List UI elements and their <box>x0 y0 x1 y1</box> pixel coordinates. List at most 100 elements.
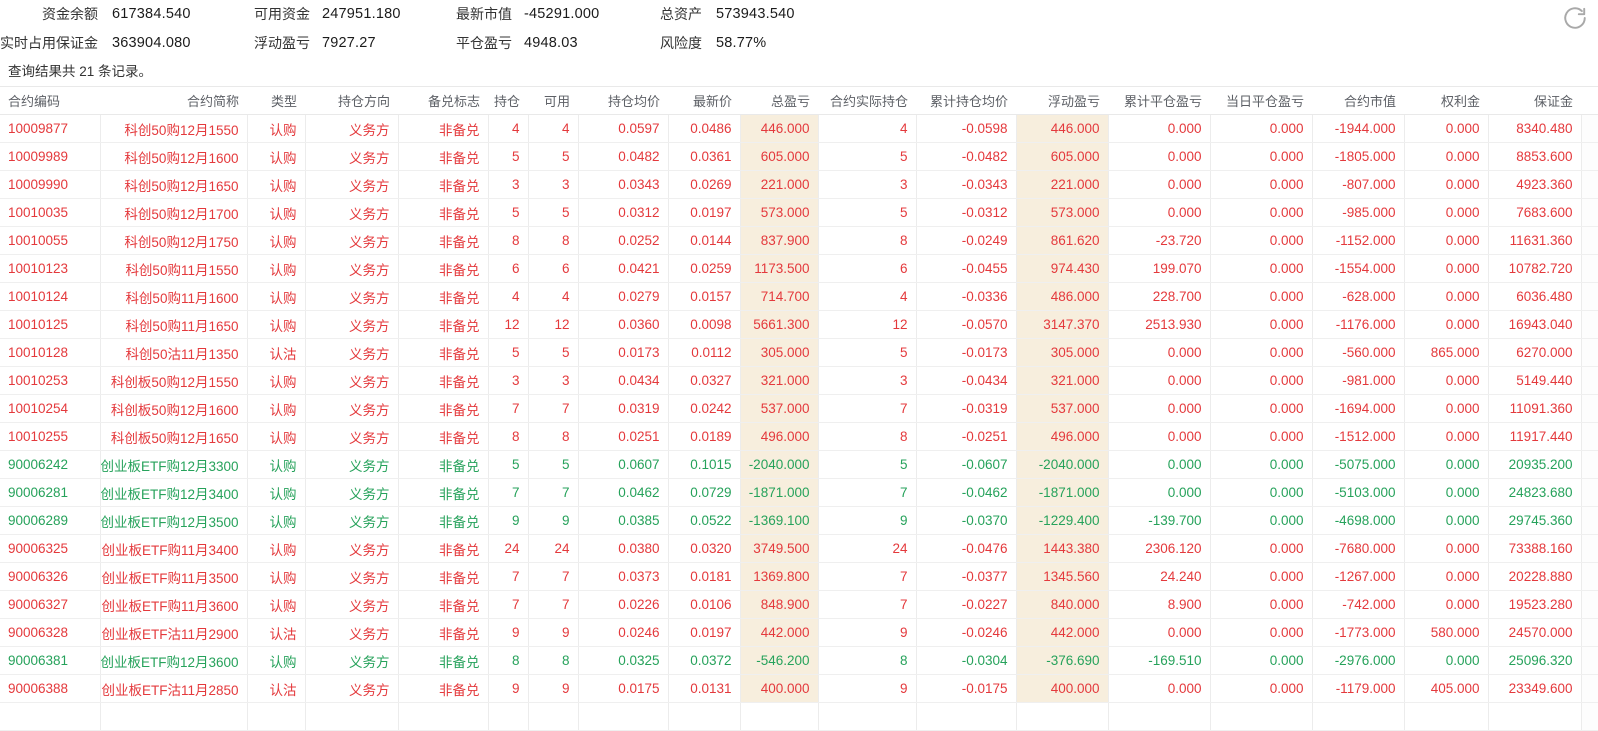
column-header-contract-code: 合约编码 <box>0 87 100 115</box>
cell-cum-close-pnl: -23.720 <box>1108 227 1210 255</box>
cell-last-price: 0.0486 <box>668 115 740 143</box>
cell-actual-position: 9 <box>818 675 916 703</box>
cell-contract-market-value: -1944.000 <box>1312 115 1404 143</box>
cell-avg-position-price: 0.0325 <box>578 647 668 675</box>
cell-position-direction: 义务方 <box>305 591 398 619</box>
cell-last-price: 0.0112 <box>668 339 740 367</box>
empty-cell <box>100 703 247 731</box>
cell-premium: 0.000 <box>1404 563 1488 591</box>
table-row[interactable]: 10009989科创50购12月1600认购义务方非备兑550.04820.03… <box>0 143 1598 171</box>
cell-covered-flag: 非备兑 <box>398 423 488 451</box>
cell-contract-market-value: -1773.000 <box>1312 619 1404 647</box>
table-row[interactable]: 10009877科创50购12月1550认购义务方非备兑440.05970.04… <box>0 115 1598 143</box>
table-row[interactable]: 10010254科创板50购12月1600认购义务方非备兑770.03190.0… <box>0 395 1598 423</box>
filler-cell <box>1581 395 1598 423</box>
cell-actual-position: 3 <box>818 367 916 395</box>
cell-cum-avg-position-price: -0.0312 <box>916 199 1016 227</box>
cell-avg-position-price: 0.0380 <box>578 535 668 563</box>
column-header-contract-market-value: 合约市值 <box>1312 87 1404 115</box>
cell-actual-position: 12 <box>818 311 916 339</box>
table-row[interactable]: 90006289创业板ETF购12月3500认购义务方非备兑990.03850.… <box>0 507 1598 535</box>
cell-covered-flag: 非备兑 <box>398 367 488 395</box>
cell-contract-code: 90006381 <box>0 647 100 675</box>
cell-option-type: 认购 <box>247 199 305 227</box>
cell-position-direction: 义务方 <box>305 143 398 171</box>
cell-actual-position: 8 <box>818 227 916 255</box>
latest-market-value-value: -45291.000 <box>524 0 599 29</box>
cell-last-price: 0.0522 <box>668 507 740 535</box>
cell-total-pnl: 848.900 <box>740 591 818 619</box>
table-row[interactable]: 90006381创业板ETF购12月3600认购义务方非备兑880.03250.… <box>0 647 1598 675</box>
cell-contract-name: 科创板50购12月1600 <box>100 395 247 423</box>
table-row[interactable]: 90006281创业板ETF购12月3400认购义务方非备兑770.04620.… <box>0 479 1598 507</box>
table-row[interactable]: 10010125科创50购11月1650认购义务方非备兑12120.03600.… <box>0 311 1598 339</box>
cell-cum-avg-position-price: -0.0377 <box>916 563 1016 591</box>
cell-cum-close-pnl: 0.000 <box>1108 619 1210 647</box>
table-row[interactable]: 90006326创业板ETF购11月3500认购义务方非备兑770.03730.… <box>0 563 1598 591</box>
cell-contract-name: 创业板ETF购12月3300 <box>100 451 247 479</box>
table-row[interactable]: 10009990科创50购12月1650认购义务方非备兑330.03430.02… <box>0 171 1598 199</box>
cell-cum-close-pnl: 0.000 <box>1108 479 1210 507</box>
cell-contract-code: 10009990 <box>0 171 100 199</box>
table-row[interactable]: 10010035科创50购12月1700认购义务方非备兑550.03120.01… <box>0 199 1598 227</box>
cell-cum-avg-position-price: -0.0570 <box>916 311 1016 339</box>
filler-cell <box>1581 647 1598 675</box>
cell-contract-market-value: -1176.000 <box>1312 311 1404 339</box>
cell-option-type: 认沽 <box>247 339 305 367</box>
cell-cum-close-pnl: 24.240 <box>1108 563 1210 591</box>
cell-cum-close-pnl: 0.000 <box>1108 339 1210 367</box>
cell-cum-close-pnl: 8.900 <box>1108 591 1210 619</box>
close-pnl-value: 4948.03 <box>524 29 578 58</box>
cell-position-qty: 3 <box>488 367 528 395</box>
table-body: 10009877科创50购12月1550认购义务方非备兑440.05970.04… <box>0 115 1598 731</box>
cell-cum-avg-position-price: -0.0319 <box>916 395 1016 423</box>
cell-cum-close-pnl: 0.000 <box>1108 675 1210 703</box>
table-row[interactable]: 10010128科创50沽11月1350认沽义务方非备兑550.01730.01… <box>0 339 1598 367</box>
cell-position-direction: 义务方 <box>305 283 398 311</box>
cell-option-type: 认购 <box>247 143 305 171</box>
table-row[interactable]: 90006325创业板ETF购11月3400认购义务方非备兑24240.0380… <box>0 535 1598 563</box>
cell-covered-flag: 非备兑 <box>398 479 488 507</box>
table-row[interactable]: 90006327创业板ETF购11月3600认购义务方非备兑770.02260.… <box>0 591 1598 619</box>
table-row[interactable]: 90006388创业板ETF沽11月2850认沽义务方非备兑990.01750.… <box>0 675 1598 703</box>
cell-actual-position: 8 <box>818 423 916 451</box>
table-row[interactable]: 10010255科创板50购12月1650认购义务方非备兑880.02510.0… <box>0 423 1598 451</box>
cell-floating-pnl: -2040.000 <box>1016 451 1108 479</box>
empty-cell <box>818 703 916 731</box>
cell-avg-position-price: 0.0312 <box>578 199 668 227</box>
cell-cum-avg-position-price: -0.0343 <box>916 171 1016 199</box>
cell-margin: 20935.200 <box>1488 451 1581 479</box>
cell-floating-pnl: 974.430 <box>1016 255 1108 283</box>
cell-actual-position: 9 <box>818 619 916 647</box>
cell-contract-name: 科创50购12月1750 <box>100 227 247 255</box>
latest-market-value-label: 最新市值 <box>400 0 512 29</box>
cell-last-price: 0.0269 <box>668 171 740 199</box>
cell-last-price: 0.1015 <box>668 451 740 479</box>
table-row[interactable]: 10010123科创50购11月1550认购义务方非备兑660.04210.02… <box>0 255 1598 283</box>
header-row: 合约编码合约简称类型持仓方向备兑标志持仓可用持仓均价最新价总盈亏合约实际持仓累计… <box>0 87 1598 115</box>
cell-position-direction: 义务方 <box>305 563 398 591</box>
table-row[interactable]: 10010124科创50购11月1600认购义务方非备兑440.02790.01… <box>0 283 1598 311</box>
filler-cell <box>1581 507 1598 535</box>
cell-contract-name: 科创50购11月1550 <box>100 255 247 283</box>
cell-actual-position: 5 <box>818 451 916 479</box>
cell-margin: 4923.360 <box>1488 171 1581 199</box>
positions-page: { "summary": { "row1": [ {"label": "资金余额… <box>0 0 1598 721</box>
cell-available-qty: 5 <box>528 143 578 171</box>
cell-margin: 16943.040 <box>1488 311 1581 339</box>
cell-position-qty: 7 <box>488 479 528 507</box>
table-row[interactable]: 90006242创业板ETF购12月3300认购义务方非备兑550.06070.… <box>0 451 1598 479</box>
cell-day-close-pnl: 0.000 <box>1210 171 1312 199</box>
cell-contract-name: 科创50沽11月1350 <box>100 339 247 367</box>
cell-cum-close-pnl: 228.700 <box>1108 283 1210 311</box>
cell-contract-market-value: -560.000 <box>1312 339 1404 367</box>
cell-cum-close-pnl: 0.000 <box>1108 199 1210 227</box>
cell-contract-market-value: -981.000 <box>1312 367 1404 395</box>
realtime-margin-label: 实时占用保证金 <box>0 29 98 58</box>
refresh-button[interactable] <box>1560 3 1590 33</box>
table-header: 合约编码合约简称类型持仓方向备兑标志持仓可用持仓均价最新价总盈亏合约实际持仓累计… <box>0 87 1598 115</box>
table-row[interactable]: 10010055科创50购12月1750认购义务方非备兑880.02520.01… <box>0 227 1598 255</box>
table-row[interactable]: 90006328创业板ETF沽11月2900认沽义务方非备兑990.02460.… <box>0 619 1598 647</box>
table-row[interactable]: 10010253科创板50购12月1550认购义务方非备兑330.04340.0… <box>0 367 1598 395</box>
cell-contract-code: 90006328 <box>0 619 100 647</box>
